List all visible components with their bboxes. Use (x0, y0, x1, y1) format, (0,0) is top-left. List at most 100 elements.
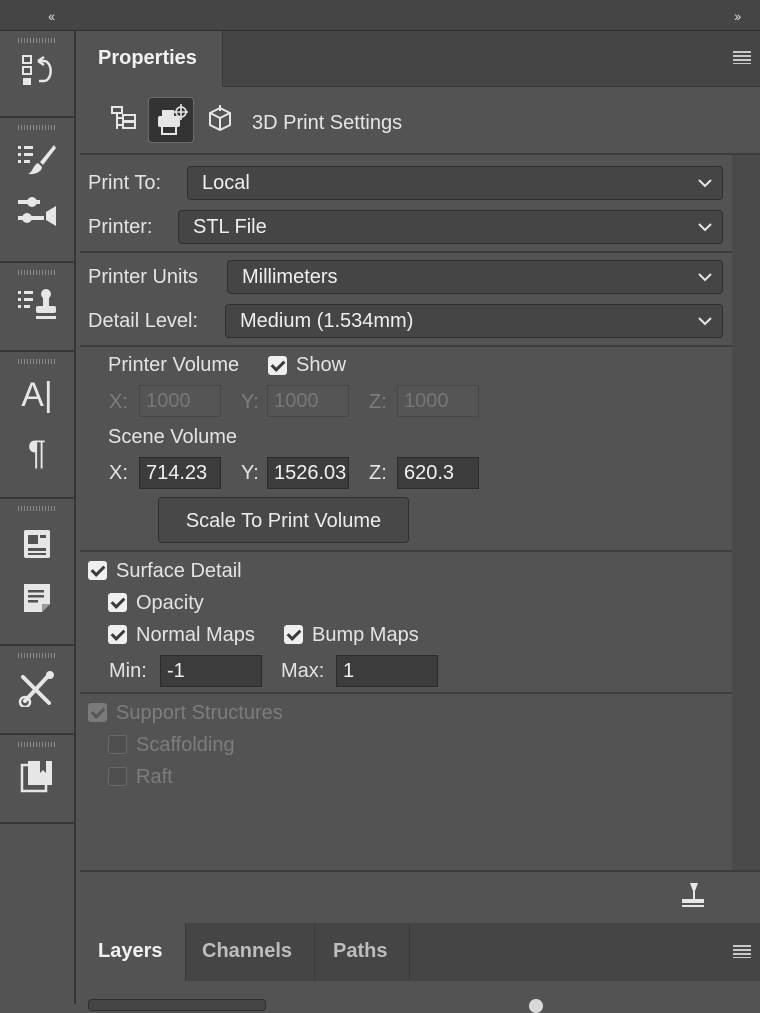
scene-volume-z-label: Z: (369, 462, 387, 484)
properties-mode-row: 3D Print Settings (80, 87, 760, 155)
properties-scrollbar[interactable] (732, 155, 760, 870)
bump-maps-checkbox[interactable] (284, 625, 303, 644)
drag-grip[interactable] (18, 125, 56, 130)
drag-grip[interactable] (18, 270, 56, 275)
printer-volume-z-input: 1000 (397, 385, 479, 417)
bump-maps-label: Bump Maps (312, 624, 419, 646)
tools-icon[interactable] (0, 668, 74, 710)
scene-volume-x-input[interactable]: 714.23 (139, 457, 221, 489)
print-icon[interactable] (678, 880, 708, 910)
tab-properties[interactable]: Properties (80, 31, 223, 87)
character-icon[interactable]: A| (0, 374, 74, 416)
chevron-down-icon (698, 273, 712, 282)
printer-units-label: Printer Units (88, 266, 199, 288)
support-structures-label: Support Structures (116, 702, 283, 724)
clone-source-icon[interactable] (0, 283, 74, 325)
divider (80, 550, 732, 552)
show-label: Show (296, 354, 347, 376)
adjustments-icon[interactable] (0, 190, 74, 232)
collapse-right-button[interactable]: ›› (734, 8, 741, 24)
tab-channels[interactable]: Channels (186, 923, 315, 981)
filter-toggle-icon[interactable] (529, 999, 543, 1013)
layers-panel-menu-icon[interactable] (733, 945, 751, 958)
sidebar-group-brush (0, 125, 74, 263)
printer-label: Printer: (88, 216, 153, 238)
detail-level-value: Medium (1.534mm) (240, 310, 414, 332)
collapse-left-button[interactable]: ‹‹ (48, 8, 55, 24)
history-icon[interactable] (0, 49, 74, 91)
sidebar-group-history (0, 38, 74, 118)
printer-volume-z-label: Z: (369, 391, 387, 413)
brush-settings-icon[interactable] (0, 138, 74, 180)
chevron-down-icon (698, 179, 712, 188)
panel-dock-topbar: ‹‹ ›› (0, 0, 760, 31)
print-settings-content: Print To: Local Printer: STL File Printe… (80, 155, 732, 870)
drag-grip[interactable] (18, 653, 56, 658)
scene-volume-y-input[interactable]: 1526.03 (267, 457, 349, 489)
detail-level-select[interactable]: Medium (1.534mm) (225, 304, 723, 338)
properties-footer (80, 870, 760, 922)
scene-volume-x-label: X: (109, 462, 128, 484)
drag-grip[interactable] (18, 506, 56, 511)
drag-grip[interactable] (18, 742, 56, 747)
sidebar-group-properties (0, 506, 74, 646)
drag-grip[interactable] (18, 359, 56, 364)
normal-maps-checkbox[interactable] (108, 625, 127, 644)
panel-menu-icon[interactable] (733, 51, 751, 64)
sidebar-group-tools (0, 653, 74, 735)
normal-maps-label: Normal Maps (136, 624, 255, 646)
raft-checkbox[interactable] (108, 767, 127, 786)
min-label: Min: (109, 660, 147, 682)
layer-filter-select[interactable] (88, 999, 266, 1011)
divider (80, 692, 732, 694)
properties-icon[interactable] (0, 523, 74, 565)
surface-detail-label: Surface Detail (116, 560, 242, 582)
paragraph-icon[interactable]: ¶ (0, 432, 74, 474)
divider (80, 345, 732, 347)
sidebar-group-libraries (0, 742, 74, 824)
max-label: Max: (281, 660, 325, 682)
opacity-checkbox[interactable] (108, 593, 127, 612)
printer-select[interactable]: STL File (178, 210, 723, 244)
printer-volume-x-label: X: (109, 391, 128, 413)
show-printer-volume-checkbox[interactable] (268, 356, 287, 375)
divider (80, 251, 732, 253)
layers-toolbar (80, 981, 760, 1013)
print-settings-mode-icon[interactable] (148, 97, 194, 143)
support-structures-checkbox[interactable] (88, 703, 107, 722)
scaffolding-checkbox[interactable] (108, 735, 127, 754)
panel-icon-sidebar: A| ¶ (0, 31, 76, 1004)
scene-mode-icon[interactable] (102, 97, 146, 141)
layers-panel: Layers Channels Paths (80, 923, 760, 1013)
printer-volume-y-input: 1000 (267, 385, 349, 417)
tab-properties-label: Properties (98, 47, 197, 69)
printer-units-value: Millimeters (242, 266, 338, 288)
scale-to-print-volume-button[interactable]: Scale To Print Volume (158, 497, 409, 543)
opacity-label: Opacity (136, 592, 204, 614)
scene-volume-z-input[interactable]: 620.3 (397, 457, 479, 489)
detail-level-label: Detail Level: (88, 310, 199, 332)
mode-title: 3D Print Settings (252, 112, 403, 134)
printer-units-select[interactable]: Millimeters (227, 260, 723, 294)
3d-object-mode-icon[interactable] (198, 97, 242, 141)
sidebar-group-type: A| ¶ (0, 359, 74, 499)
printer-volume-x-input: 1000 (139, 385, 221, 417)
print-to-label: Print To: (88, 172, 161, 194)
libraries-icon[interactable] (0, 755, 74, 797)
tab-layers[interactable]: Layers (80, 923, 186, 981)
print-to-select[interactable]: Local (187, 166, 723, 200)
chevron-down-icon (698, 317, 712, 326)
max-input[interactable]: 1 (336, 655, 438, 687)
surface-detail-checkbox[interactable] (88, 561, 107, 580)
drag-grip[interactable] (18, 38, 56, 43)
print-to-value: Local (202, 172, 250, 194)
min-input[interactable]: -1 (160, 655, 262, 687)
properties-panel: Properties 3D Print Settings Print To: L… (80, 31, 760, 922)
tab-paths[interactable]: Paths (315, 923, 410, 981)
sidebar-group-clone (0, 270, 74, 352)
printer-volume-y-label: Y: (241, 391, 259, 413)
notes-icon[interactable] (0, 577, 74, 619)
printer-volume-label: Printer Volume (108, 354, 240, 376)
printer-value: STL File (193, 216, 267, 238)
scene-volume-label: Scene Volume (108, 426, 237, 448)
